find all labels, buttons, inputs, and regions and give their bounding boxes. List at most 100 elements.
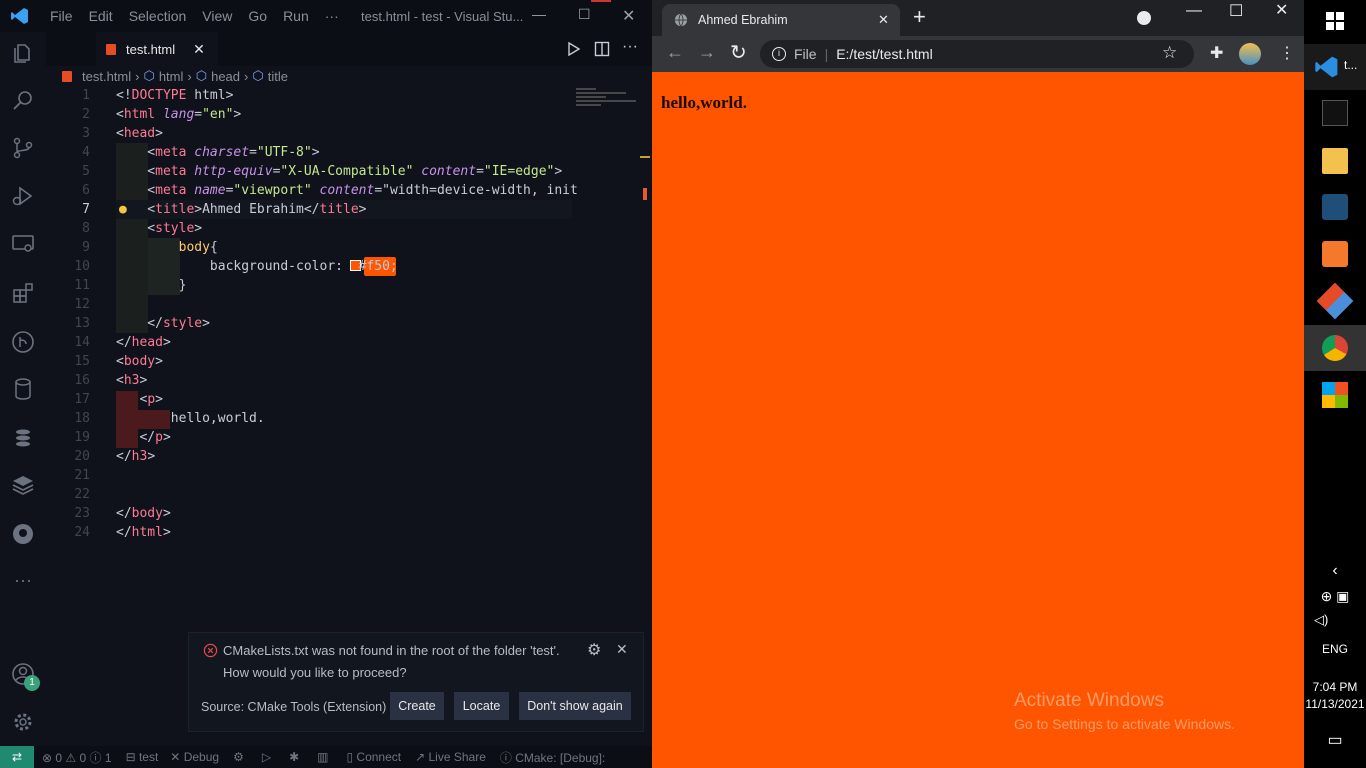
clock-time[interactable]: 7:04 PM: [1304, 680, 1366, 694]
code-line[interactable]: }: [116, 278, 187, 293]
split-editor-icon[interactable]: [594, 41, 610, 57]
taskbar-item-vscode[interactable]: t...: [1304, 44, 1366, 90]
dont-show-again-button[interactable]: Don't show again: [519, 692, 631, 720]
address-bar[interactable]: i File | E:/test/test.html ☆: [760, 40, 1194, 68]
code-line[interactable]: <html lang="en">: [116, 107, 241, 122]
code-line[interactable]: <meta charset="UTF-8">: [116, 145, 319, 160]
info-icon[interactable]: i: [772, 47, 786, 61]
close-notification-icon[interactable]: ✕: [616, 641, 628, 658]
network-icon[interactable]: ⊕ ▣: [1304, 588, 1366, 605]
tab-search-icon[interactable]: [1137, 11, 1151, 25]
windows-start-icon[interactable]: [1322, 8, 1348, 34]
database-icon[interactable]: [11, 377, 35, 401]
breadcrumb-head[interactable]: head: [211, 69, 240, 84]
explorer-icon[interactable]: [11, 42, 35, 66]
minimap[interactable]: [576, 86, 640, 136]
code-editor[interactable]: ● 1 <!DOCTYPE html> 2 <html lang="en"> 3 <hea…: [46, 86, 644, 546]
bookmark-star-icon[interactable]: ☆: [1162, 43, 1177, 63]
problems-indicator[interactable]: ⊗ 0 ⚠ 0 ⓘ 1: [42, 749, 112, 766]
office-icon[interactable]: [1322, 382, 1348, 408]
run-debug-icon[interactable]: [11, 184, 35, 208]
reload-icon[interactable]: ↻: [730, 40, 747, 65]
clock-date[interactable]: 11/13/2021: [1304, 697, 1366, 711]
debug-status[interactable]: ✕ Debug: [170, 750, 219, 764]
liveshare-status[interactable]: ↗ Live Share: [415, 750, 486, 764]
git-icon[interactable]: [1316, 282, 1354, 320]
code-line[interactable]: </body>: [116, 506, 171, 521]
code-line[interactable]: <meta name="viewport" content="width=dev…: [116, 183, 578, 198]
chrome-close-button[interactable]: ✕: [1275, 0, 1288, 20]
connect-status[interactable]: ▯ Connect: [346, 750, 401, 764]
more-actions-icon[interactable]: ···: [622, 38, 638, 56]
code-line[interactable]: </style>: [116, 316, 210, 331]
xampp-icon[interactable]: [1322, 241, 1348, 267]
create-button[interactable]: Create: [390, 692, 444, 720]
sql-server-icon[interactable]: [11, 426, 35, 450]
mysql-workbench-icon[interactable]: [1322, 194, 1348, 220]
chrome-tab[interactable]: Ahmed Ebrahim ✕: [662, 4, 900, 36]
menu-item[interactable]: Go: [240, 8, 275, 24]
extensions-icon[interactable]: [11, 281, 35, 305]
code-line[interactable]: <!DOCTYPE html>: [116, 88, 233, 103]
back-icon[interactable]: ←: [666, 42, 684, 63]
taskbar-item-chrome[interactable]: [1304, 325, 1366, 371]
trash-status-icon[interactable]: ▥: [317, 750, 328, 764]
profile-avatar[interactable]: [1239, 43, 1261, 65]
maximize-button[interactable]: ☐: [578, 6, 591, 23]
close-window-button[interactable]: ✕: [622, 6, 635, 26]
file-explorer-icon[interactable]: [1322, 148, 1348, 174]
code-line[interactable]: </h3>: [116, 449, 155, 464]
chrome-maximize-button[interactable]: ☐: [1229, 1, 1243, 21]
run-status-icon[interactable]: ▷: [262, 750, 271, 764]
volume-icon[interactable]: ◁): [1304, 612, 1366, 628]
code-line[interactable]: <meta http-equiv="X-UA-Compatible" conte…: [116, 164, 562, 179]
menu-item[interactable]: Selection: [121, 8, 195, 24]
code-line[interactable]: body{: [116, 240, 218, 255]
search-icon[interactable]: [11, 89, 35, 113]
minimize-button[interactable]: —: [532, 6, 546, 22]
new-tab-button[interactable]: +: [913, 4, 926, 30]
more-icon[interactable]: ···: [11, 570, 35, 594]
git-graph-icon[interactable]: [11, 330, 35, 354]
close-tab-icon[interactable]: ✕: [878, 12, 889, 28]
breadcrumb-file[interactable]: test.html: [82, 69, 131, 84]
remote-indicator-icon[interactable]: ⇄: [0, 746, 34, 768]
menu-item[interactable]: File: [42, 8, 81, 24]
bug-status-icon[interactable]: ✱: [289, 750, 299, 764]
settings-status-icon[interactable]: ⚙: [233, 750, 244, 764]
code-line[interactable]: </html>: [116, 525, 171, 540]
code-line[interactable]: <h3>: [116, 373, 147, 388]
menu-item[interactable]: View: [194, 8, 240, 24]
github-icon[interactable]: [11, 522, 35, 546]
settings-gear-icon[interactable]: [11, 710, 35, 734]
locate-button[interactable]: Locate: [454, 692, 509, 720]
remote-explorer-icon[interactable]: [11, 232, 35, 256]
show-hidden-icons-chevron[interactable]: ‹: [1304, 562, 1366, 580]
code-line[interactable]: background-color: #f50;: [116, 259, 398, 274]
code-line[interactable]: hello,world.: [116, 411, 265, 426]
extensions-icon[interactable]: ✚: [1210, 43, 1223, 63]
folder-status[interactable]: ⊟ test: [126, 750, 159, 764]
menu-item[interactable]: Edit: [81, 8, 121, 24]
code-line[interactable]: </head>: [116, 335, 171, 350]
breadcrumb-html[interactable]: html: [159, 69, 184, 84]
docker-layers-icon[interactable]: [11, 473, 35, 497]
menu-item[interactable]: Run: [275, 8, 317, 24]
close-tab-icon[interactable]: ✕: [193, 41, 205, 58]
chrome-minimize-button[interactable]: —: [1186, 2, 1202, 20]
code-line[interactable]: <head>: [116, 126, 163, 141]
cmake-status[interactable]: ⓘ CMake: [Debug]:: [500, 749, 605, 766]
language-indicator[interactable]: ENG: [1304, 642, 1366, 656]
tab-test-html[interactable]: test.html ✕: [96, 32, 218, 66]
breadcrumb-title[interactable]: title: [268, 69, 288, 84]
notification-gear-icon[interactable]: ⚙: [587, 640, 601, 660]
notification-center-icon[interactable]: ▭: [1304, 730, 1366, 750]
forward-icon[interactable]: →: [698, 42, 716, 63]
menu-item[interactable]: ···: [317, 8, 347, 24]
code-line[interactable]: <title>Ahmed Ebrahim</title>: [116, 202, 366, 217]
code-line[interactable]: <p>: [116, 392, 163, 407]
run-icon[interactable]: [566, 41, 582, 57]
terminal-icon[interactable]: [1322, 100, 1348, 126]
code-line[interactable]: <style>: [116, 221, 202, 236]
source-control-icon[interactable]: [11, 136, 35, 160]
